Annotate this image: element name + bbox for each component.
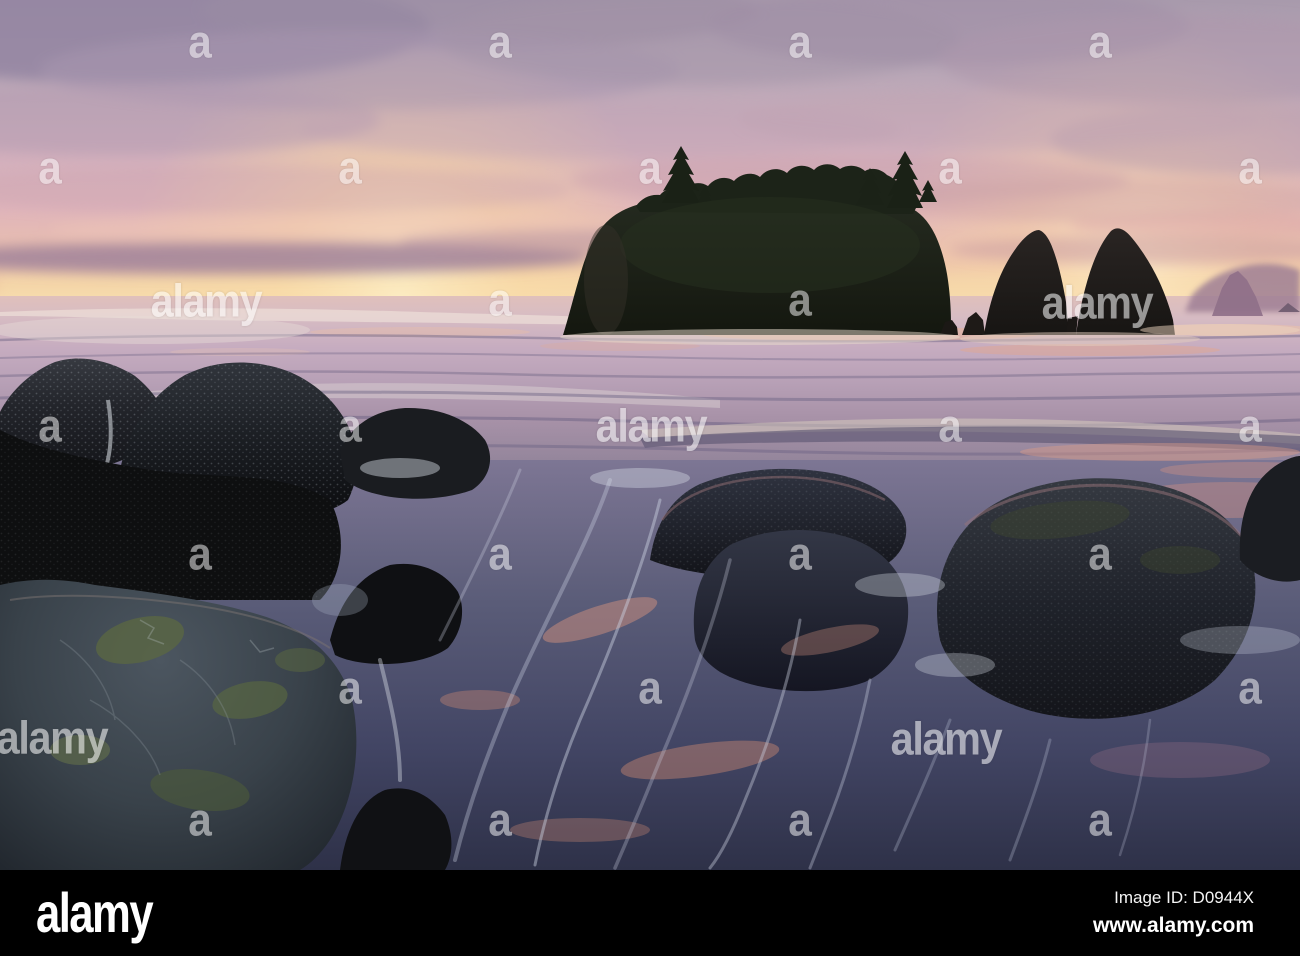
credit-info: Image ID: D0944X www.alamy.com: [1093, 888, 1254, 938]
image-id-label: Image ID: D0944X: [1114, 888, 1254, 907]
credit-bar: alamy Image ID: D0944X www.alamy.com: [0, 870, 1300, 956]
alamy-logo: alamy: [36, 881, 154, 944]
rock-mid-boulder: [693, 529, 909, 692]
seascape-scene: [0, 0, 1300, 870]
alamy-website-url: www.alamy.com: [1092, 914, 1254, 937]
stock-photo-preview: a a a a a a a a a a a a a a a a a a a a a a a a a a alamy alamy alam…: [0, 0, 1300, 956]
cliff-face: [584, 225, 628, 335]
photo-area: a a a a a a a a a a a a a a a a a a a a a a a a a a alamy alamy alam…: [0, 0, 1300, 870]
